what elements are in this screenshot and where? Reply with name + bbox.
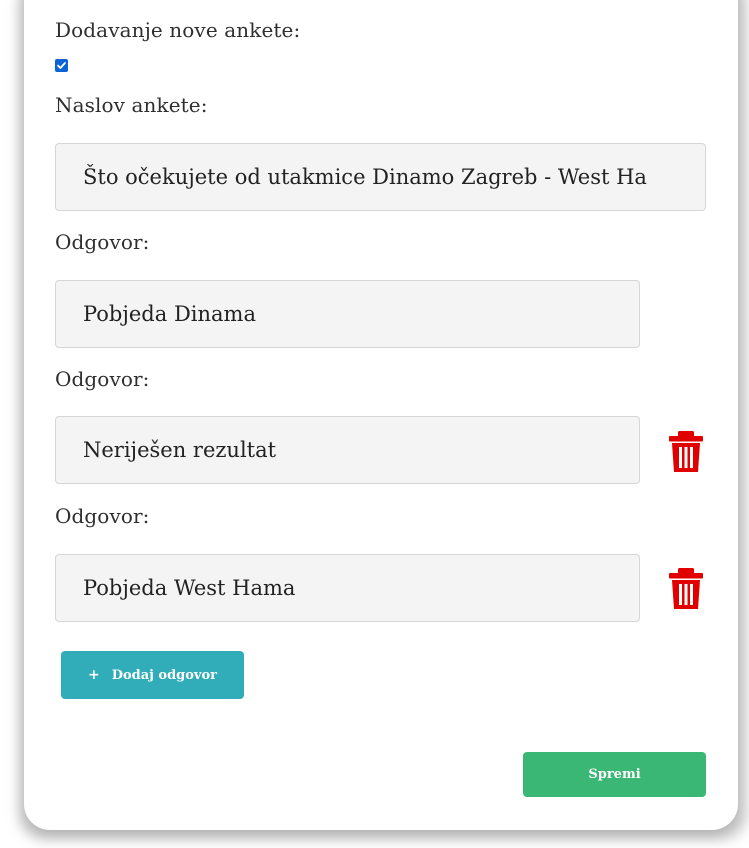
answer-input[interactable]: Neriješen rezultat (55, 416, 640, 484)
trash-icon[interactable] (667, 430, 705, 474)
save-button[interactable]: Spremi (523, 752, 706, 797)
answer-label: Odgovor: (55, 230, 150, 254)
add-answer-button[interactable]: + Dodaj odgovor (61, 651, 244, 699)
add-answer-label: Dodaj odgovor (111, 667, 218, 683)
answer-value: Pobjeda Dinama (83, 302, 256, 326)
plus-icon: + (87, 667, 100, 683)
checkmark-icon (57, 62, 66, 69)
answer-value: Neriješen rezultat (83, 438, 277, 462)
new-poll-label: Dodavanje nove ankete: (55, 18, 301, 42)
save-button-label: Spremi (588, 767, 641, 782)
page: Dodavanje nove ankete: Naslov ankete: Št… (0, 0, 749, 848)
poll-title-label: Naslov ankete: (55, 93, 208, 117)
answer-input[interactable]: Pobjeda Dinama (55, 280, 640, 348)
answer-label: Odgovor: (55, 367, 150, 391)
answer-value: Pobjeda West Hama (83, 576, 296, 600)
poll-form-card (24, 0, 738, 830)
trash-icon[interactable] (667, 567, 705, 611)
answer-input[interactable]: Pobjeda West Hama (55, 554, 640, 622)
poll-title-input[interactable]: Što očekujete od utakmice Dinamo Zagreb … (55, 143, 706, 211)
new-poll-checkbox[interactable] (55, 59, 68, 72)
poll-title-value: Što očekujete od utakmice Dinamo Zagreb … (83, 165, 647, 189)
answer-label: Odgovor: (55, 504, 150, 528)
